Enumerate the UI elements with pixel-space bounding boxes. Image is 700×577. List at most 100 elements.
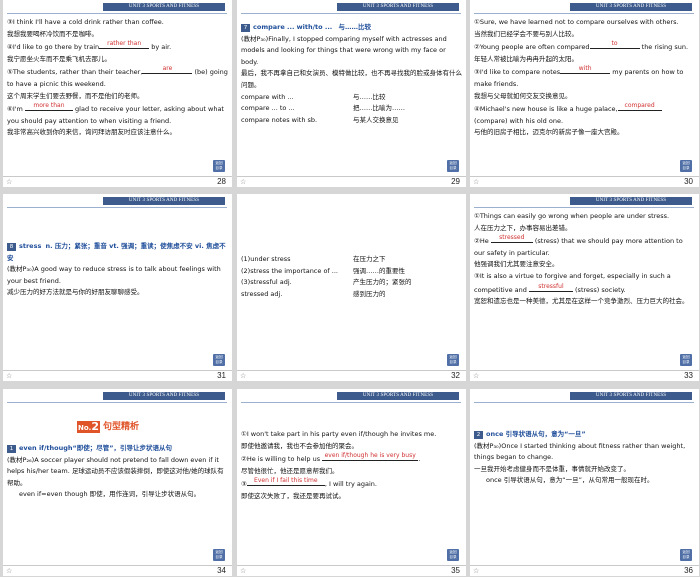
answer-blank: more than <box>24 102 73 112</box>
slide-footer: ☆ 29 <box>237 176 466 187</box>
section-number-badge: 1 <box>7 445 16 453</box>
slide-body: ③I think I'll have a cold drink rather t… <box>7 17 228 139</box>
star-icon: ☆ <box>473 372 480 380</box>
star-icon: ☆ <box>6 567 13 575</box>
unit-header: UNIT 3 SPORTS AND FITNESS <box>337 392 459 400</box>
back-to-contents-button[interactable]: 返回 目录 <box>213 160 225 172</box>
back-to-contents-button[interactable]: 返回 目录 <box>447 549 459 561</box>
unit-header: UNIT 3 SPORTS AND FITNESS <box>337 3 459 11</box>
header-divider <box>7 207 227 208</box>
back-to-contents-button[interactable]: 返回 目录 <box>447 160 459 172</box>
exercise-text: ④Michael's new house is like a huge pala… <box>474 105 618 114</box>
star-icon: ☆ <box>473 178 480 186</box>
exercise-text: ②He is willing to help us <box>241 455 321 464</box>
slide-footer: ☆ 30 <box>470 176 699 187</box>
section-number-badge: 2 <box>474 431 483 439</box>
back-to-contents-button[interactable]: 返回 目录 <box>680 354 692 366</box>
slide-33[interactable]: UNIT 3 SPORTS AND FITNESS ①Things can ea… <box>470 194 699 381</box>
answer-text: with <box>578 65 592 73</box>
page-number: 31 <box>217 371 226 380</box>
note-line: once 引导状语从句，意为“一旦”，从句常用一般现在时。 <box>486 476 654 485</box>
unit-header: UNIT 3 SPORTS AND FITNESS <box>103 3 225 11</box>
phrase-row: compare with ... 与……比较 <box>241 92 462 104</box>
answer-text: stressed <box>499 234 525 242</box>
headword: stress <box>19 242 42 250</box>
example-line: ①Things can easily go wrong when people … <box>474 212 670 220</box>
answer-text: stressful <box>538 282 564 290</box>
star-icon: ☆ <box>473 567 480 575</box>
slide-body: (1)under stress 在压力之下 (2)stress the impor… <box>241 254 462 300</box>
section-banner: No.2 句型精析 <box>3 419 232 433</box>
phrase-row: (1)under stress 在压力之下 <box>241 254 462 266</box>
back-to-contents-button[interactable]: 返回 目录 <box>213 549 225 561</box>
phrase-cn: 在压力之下 <box>353 255 386 263</box>
phrase-row: compare ... to ... 把……比喻为…… <box>241 103 462 115</box>
exercise-line: ③ Even if I fail this time, I will try ag… <box>241 477 462 491</box>
exercise-line: ②Young people are often compared to the r… <box>474 40 695 54</box>
unit-header: UNIT 3 SPORTS AND FITNESS <box>570 197 692 205</box>
heading-en: compare ... with/to ... <box>253 23 333 31</box>
exercise-line: ③It is also a virtue to forgive and forg… <box>474 271 695 296</box>
slide-36[interactable]: UNIT 3 SPORTS AND FITNESS 2 once 引导状语从句，意… <box>470 389 699 576</box>
unit-header: UNIT 3 SPORTS AND FITNESS <box>570 392 692 400</box>
back-to-contents-button[interactable]: 返回 目录 <box>680 549 692 561</box>
word-entry: 8 stress n. 压力；紧张；重音 vt. 强调；重读；使焦虑不安 vi. … <box>7 241 228 264</box>
exercise-text: ③I'd like to compare notes <box>474 68 561 77</box>
back-to-contents-button[interactable]: 返回 目录 <box>447 354 459 366</box>
answer-blank: Even if I fail this time <box>246 477 325 487</box>
answer-text: are <box>162 65 173 73</box>
phrase-en: (1)under stress <box>241 255 291 263</box>
example-line: ③I think I'll have a cold drink rather t… <box>7 18 164 26</box>
phrase-cn: 与……比较 <box>353 92 386 101</box>
translation-line: 他强调我们尤其要注意安全。 <box>474 260 559 269</box>
exercise-line: ⑤The students, rather than their teacher… <box>7 65 228 90</box>
exercise-line: ⑥I'm more than glad to receive your lett… <box>7 102 228 127</box>
note-line: even if=even though 即使，用作连词，引导让步状语从句。 <box>19 490 201 499</box>
page-number: 28 <box>217 177 226 186</box>
page-number: 35 <box>451 566 460 575</box>
exercise-text: , I will try again. <box>324 480 377 489</box>
exercise-text: ④I'd like to go there by train <box>7 43 100 52</box>
back-to-contents-button[interactable]: 返回 目录 <box>213 354 225 366</box>
slide-footer: ☆ 35 <box>237 565 466 576</box>
answer-text: compared <box>624 102 655 110</box>
star-icon: ☆ <box>6 372 13 380</box>
slide-32[interactable]: (1)under stress 在压力之下 (2)stress the impor… <box>237 194 466 381</box>
answer-blank: even if/though he is very busy <box>322 452 419 462</box>
header-divider <box>7 402 227 403</box>
exercise-text: the rising sun. <box>641 43 689 52</box>
slide-35[interactable]: UNIT 3 SPORTS AND FITNESS ①I won't take … <box>237 389 466 576</box>
phrase-cn: 强调……的重要性 <box>353 266 405 275</box>
slide-28[interactable]: UNIT 3 SPORTS AND FITNESS ③I think I'll … <box>3 0 232 187</box>
slide-body: ①I won't take part in his party even if/… <box>241 429 462 503</box>
answer-blank: stressful <box>528 282 573 292</box>
translation-line: 我宁愿坐火车而不是乘飞机去那儿。 <box>7 54 111 63</box>
section-heading: 1 even if/though“即使；尽管”，引导让步状语从句 <box>7 443 228 455</box>
answer-blank: are <box>142 65 193 75</box>
phrase-en: compare with ... <box>241 92 294 101</box>
banner-no: No. <box>78 424 92 432</box>
slide-29[interactable]: UNIT 3 SPORTS AND FITNESS 7 compare ... w… <box>237 0 466 187</box>
exercise-line: ④I'd like to go there by train rather tha… <box>7 40 228 54</box>
star-icon: ☆ <box>240 178 247 186</box>
exercise-line: ③I'd like to compare notes with my parent… <box>474 65 695 90</box>
slide-body: 8 stress n. 压力；紧张；重音 vt. 强调；重读；使焦虑不安 vi. … <box>7 241 228 299</box>
exercise-text: (stress) society. <box>575 285 626 294</box>
exercise-text: ②Young people are often compared <box>474 43 590 52</box>
section-heading: 7 compare ... with/to ... 与……比较 <box>241 22 462 34</box>
slide-30[interactable]: UNIT 3 SPORTS AND FITNESS ①Sure, we have… <box>470 0 699 187</box>
slide-31[interactable]: UNIT 3 SPORTS AND FITNESS 8 stress n. 压力；… <box>3 194 232 381</box>
banner-title: 句型精析 <box>103 422 140 432</box>
slide-body: ①Sure, we have learned not to compare ou… <box>474 17 695 139</box>
phrase-en: (3)stressful adj. <box>241 278 292 287</box>
phrase-en: compare ... to ... <box>241 104 295 113</box>
answer-text: Even if I fail this time <box>254 477 318 485</box>
phrase-en: (2)stress the importance of ... <box>241 266 338 275</box>
unit-header: UNIT 3 SPORTS AND FITNESS <box>103 392 225 400</box>
page-number: 32 <box>451 371 460 380</box>
star-icon: ☆ <box>240 567 247 575</box>
translation-line: 即使他邀请我，我也不会参加他的聚会。 <box>241 441 358 450</box>
slide-34[interactable]: UNIT 3 SPORTS AND FITNESS No.2 句型精析 1 eve… <box>3 389 232 576</box>
back-to-contents-button[interactable]: 返回 目录 <box>680 160 692 172</box>
phrase-cn: 把……比喻为…… <box>353 104 405 113</box>
